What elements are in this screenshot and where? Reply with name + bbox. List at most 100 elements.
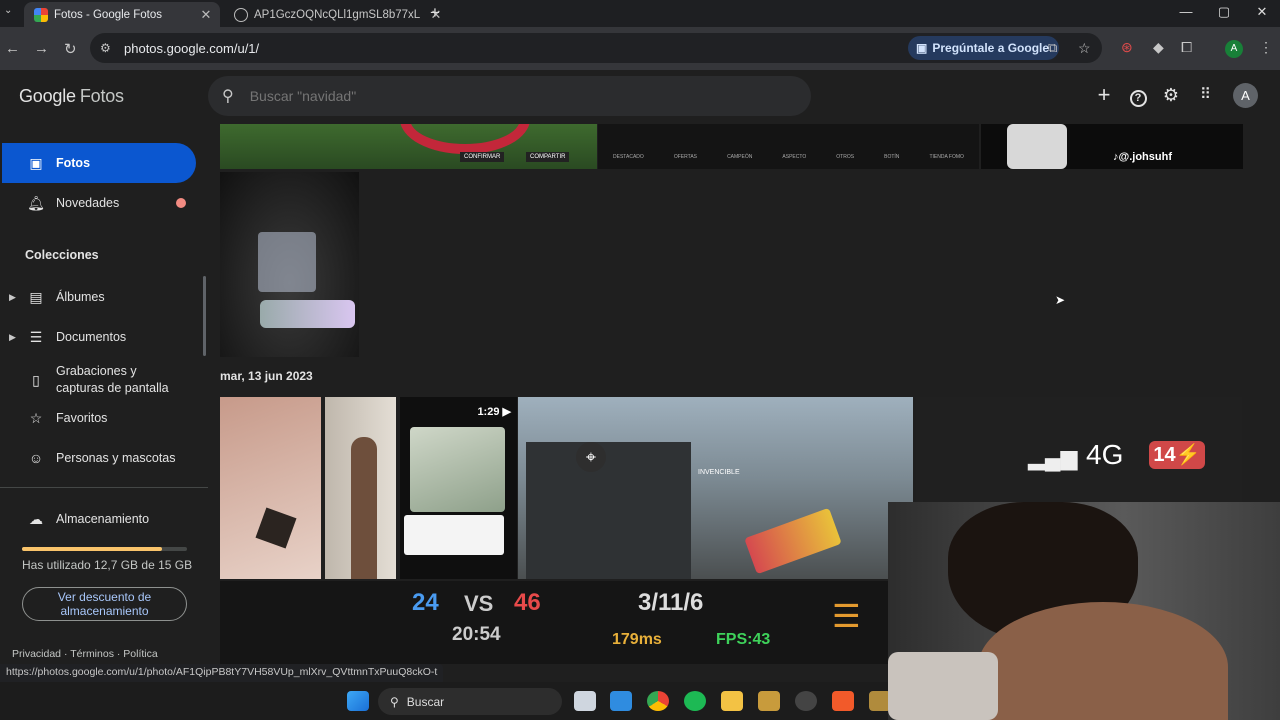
new-tab-button[interactable]: +: [430, 3, 440, 23]
weapon-shape: [744, 507, 842, 575]
shop-menu-item: TIENDA FOMO: [929, 154, 964, 160]
anime-art-shape: [410, 427, 505, 512]
reload-icon[interactable]: ↻: [64, 40, 77, 58]
tab-google-fotos[interactable]: Fotos - Google Fotos ✕: [24, 2, 220, 27]
google-photos-favicon-icon: [34, 7, 48, 22]
shop-menu-item: DESTACADO: [613, 154, 644, 160]
tab-search-menu[interactable]: ⌄: [4, 5, 12, 16]
add-icon[interactable]: +: [1092, 82, 1116, 108]
expand-arrow-icon[interactable]: ▶: [9, 292, 16, 303]
extension-red-icon[interactable]: ⊛: [1121, 39, 1133, 56]
google-photos-logo[interactable]: Google Fotos: [19, 86, 124, 107]
vs-label: VS: [464, 591, 494, 616]
settings-gear-icon[interactable]: ⚙: [1159, 85, 1183, 106]
sidebar-item-novedades[interactable]: 🔔︎ Novedades: [2, 183, 196, 223]
photo-thumbnail-bag[interactable]: [220, 172, 359, 357]
document-icon: ☰: [29, 328, 43, 345]
search-icon: ⚲: [222, 88, 234, 105]
task-view-icon[interactable]: [574, 691, 596, 711]
photo-thumbnail-game-shop[interactable]: DESTACADO OFERTAS CAMPEÓN ASPECTO OTROS BOTÍN…: [598, 124, 979, 169]
lens-icon: ▣: [916, 41, 928, 55]
shop-menu: DESTACADO OFERTAS CAMPEÓN ASPECTO OTROS BOTÍN…: [598, 154, 979, 160]
expand-arrow-icon[interactable]: ▶: [9, 332, 16, 343]
account-avatar[interactable]: A: [1233, 83, 1258, 108]
terms-link[interactable]: Términos: [70, 648, 114, 660]
tab-title: AP1GczOQNcQLl1gmSL8b77xL: [254, 8, 421, 21]
person-shape: [351, 437, 377, 579]
duration-text: 1:29: [477, 406, 500, 418]
lighter-shape: [260, 300, 355, 328]
profile-avatar[interactable]: A: [1225, 40, 1243, 58]
search-input[interactable]: [249, 88, 750, 104]
collections-heading: Colecciones: [25, 248, 99, 262]
shop-menu-item: OFERTAS: [673, 154, 697, 160]
photo-thumbnail-person-room[interactable]: [325, 397, 396, 579]
ping-label: 179ms: [612, 631, 662, 648]
app-icon[interactable]: [758, 691, 780, 711]
steam-icon[interactable]: [795, 691, 817, 711]
address-bar[interactable]: ⚙ photos.google.com/u/1/ ▣ Pregúntale a …: [90, 33, 1102, 63]
photo-thumbnail-game-screenshot[interactable]: ⌖ INVENCIBLE: [518, 397, 913, 579]
mouse-cursor-icon: ➤: [1055, 293, 1066, 307]
shop-menu-item: CAMPEÓN: [727, 154, 753, 160]
sidebar-item-label: Novedades: [56, 196, 120, 210]
comment-card-shape: [404, 515, 504, 555]
extension-diamond-icon[interactable]: ◆: [1153, 39, 1164, 56]
chrome-icon[interactable]: [647, 691, 669, 711]
bookmark-star-icon[interactable]: ☆: [1078, 40, 1091, 57]
tiktok-handle: ♪@.johsuhf: [1113, 151, 1172, 163]
photo-thumbnail-video[interactable]: 1:29 ▶: [400, 397, 517, 579]
tiktok-handle-text: @.johsuhf: [1118, 151, 1173, 163]
taskbar-search[interactable]: ⚲ Buscar: [378, 688, 562, 715]
divider: [0, 487, 208, 488]
crosshair-icon[interactable]: ⌖: [576, 442, 606, 472]
sidebar-item-albumes[interactable]: ▶ ▤ Álbumes: [2, 277, 196, 317]
sidebar-item-label: Almacenamiento: [56, 512, 150, 526]
maximize-icon[interactable]: ▢: [1204, 4, 1244, 20]
policy-link[interactable]: Política: [123, 648, 157, 660]
sidebar-item-label: Fotos: [56, 156, 91, 170]
tab-close-icon[interactable]: ✕: [198, 7, 214, 23]
photo-thumbnail-skin[interactable]: [220, 397, 321, 579]
sidebar-item-personas[interactable]: ☺ Personas y mascotas: [2, 438, 196, 478]
apps-grid-icon[interactable]: ⠿: [1193, 85, 1217, 103]
more-menu-icon[interactable]: ⋮: [1259, 39, 1273, 56]
sidebar-item-label: Grabaciones y capturas de pantalla: [56, 364, 169, 395]
help-icon[interactable]: ?: [1126, 85, 1150, 107]
storage-discount-button[interactable]: Ver descuento de almacenamiento: [22, 587, 187, 621]
photo-thumbnail-game-lobby[interactable]: CONFIRMAR COMPARTIR: [220, 124, 597, 169]
sidebar-item-label: Personas y mascotas: [56, 451, 176, 465]
sidebar-scrollbar[interactable]: [203, 276, 206, 356]
windows-start-icon[interactable]: [347, 691, 369, 711]
install-app-icon[interactable]: ⧉: [1048, 40, 1057, 56]
list-menu-icon: ☰: [832, 598, 861, 634]
team-b-score: 46: [514, 589, 541, 616]
spotify-icon[interactable]: [684, 691, 706, 711]
sidebar-item-documentos[interactable]: ▶ ☰ Documentos: [2, 317, 196, 357]
close-window-icon[interactable]: ✕: [1242, 4, 1280, 20]
sidebar-item-fotos[interactable]: ▣ Fotos: [2, 143, 196, 183]
extensions-puzzle-icon[interactable]: ⧠: [1181, 39, 1192, 56]
date-group-label: mar, 13 jun 2023: [220, 369, 313, 383]
photo-thumbnail-phone-status[interactable]: ▂▄▆ 4G 14⚡: [916, 397, 1242, 502]
search-box[interactable]: ⚲: [208, 76, 811, 116]
sidebar-item-grabaciones[interactable]: ▯ Grabaciones y capturas de pantalla: [2, 358, 196, 402]
file-explorer-icon[interactable]: [721, 691, 743, 711]
back-icon[interactable]: ←: [5, 40, 20, 57]
status-url: https://photos.google.com/u/1/photo/AF1Q…: [0, 664, 444, 682]
ask-google-button[interactable]: ▣ Pregúntale a Google: [908, 36, 1060, 60]
storage-progress-fill: [22, 547, 162, 551]
site-info-icon[interactable]: ⚙: [100, 41, 111, 55]
brave-icon[interactable]: [832, 691, 854, 711]
photo-thumbnail-tiktok[interactable]: ♪@.johsuhf: [981, 124, 1243, 169]
tab-image[interactable]: AP1GczOQNcQLl1gmSL8b77xL ✕: [224, 2, 450, 27]
minimize-icon[interactable]: —: [1166, 4, 1206, 19]
store-icon[interactable]: [610, 691, 632, 711]
sidebar-item-almacenamiento[interactable]: ☁ Almacenamiento: [2, 499, 196, 539]
photo-thumbnail-game-hud[interactable]: 24 VS 46 3/11/6 20:54 179ms FPS:43 ☰: [220, 581, 888, 664]
ask-google-label: Pregúntale a Google: [932, 41, 1050, 55]
privacy-link[interactable]: Privacidad: [12, 648, 61, 660]
signal-bars-icon: ▂▄▆: [1028, 445, 1078, 470]
forward-icon[interactable]: →: [34, 40, 49, 57]
sidebar-item-favoritos[interactable]: ☆ Favoritos: [2, 398, 196, 438]
